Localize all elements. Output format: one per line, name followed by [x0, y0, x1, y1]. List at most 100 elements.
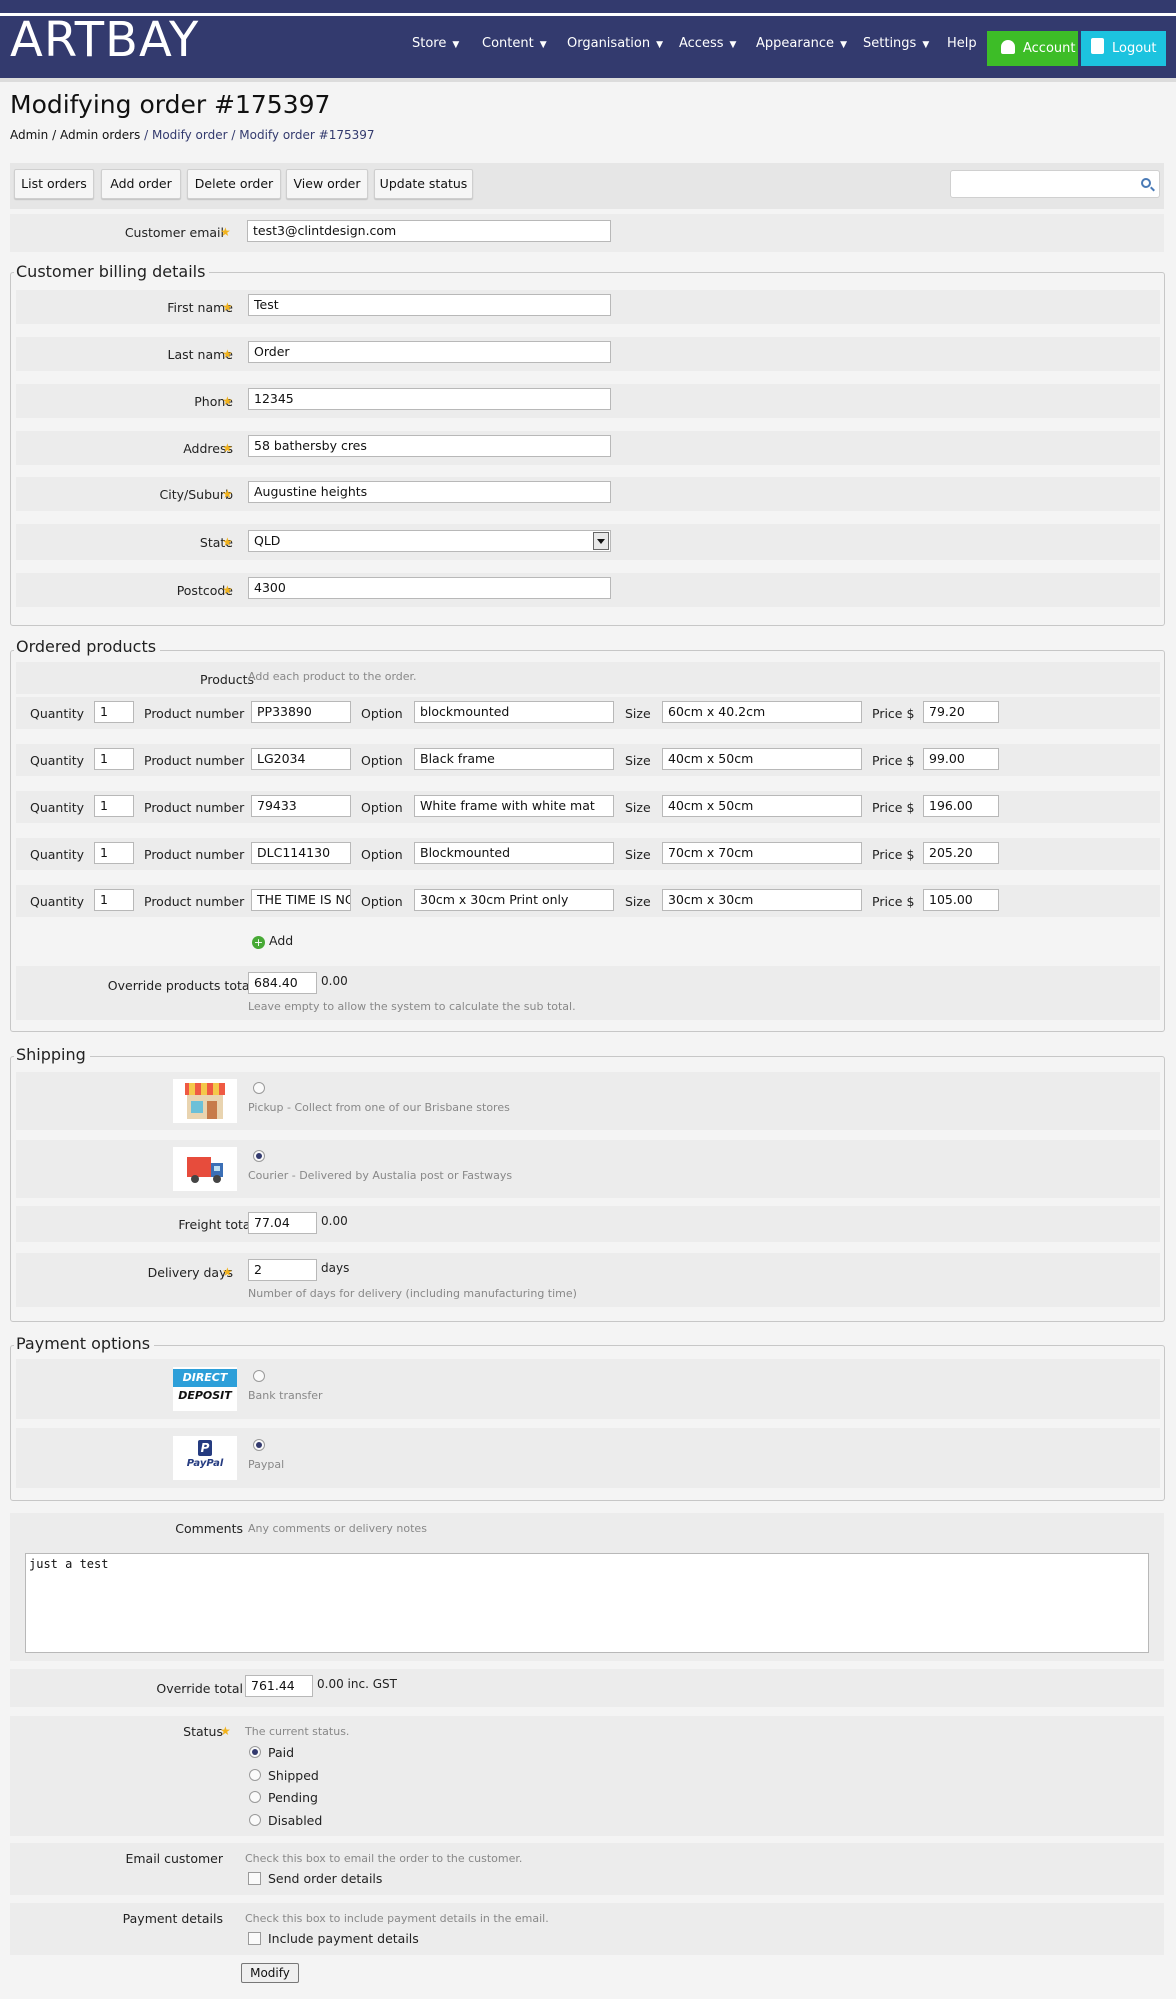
first-name-field[interactable]: Test — [248, 294, 611, 316]
postcode-row: Postcode ★ 4300 — [16, 573, 1160, 607]
quantity-field[interactable]: 1 — [94, 842, 134, 864]
pickup-radio[interactable] — [253, 1082, 265, 1094]
breadcrumb-modify-order[interactable]: Modify order — [152, 128, 228, 142]
product-number-label: Product number — [144, 847, 245, 862]
nav-access[interactable]: Access ▼ — [679, 36, 736, 51]
chevron-down-icon: ▼ — [452, 40, 460, 50]
status-shipped-radio[interactable] — [249, 1769, 261, 1781]
option-field[interactable]: Black frame — [414, 748, 614, 770]
size-field[interactable]: 40cm x 50cm — [662, 795, 862, 817]
email-customer-label: Email customer — [125, 1851, 223, 1866]
breadcrumb-admin[interactable]: Admin — [10, 128, 48, 142]
search-input[interactable] — [950, 170, 1160, 198]
update-status-button[interactable]: Update status — [374, 169, 473, 199]
paypal-radio[interactable] — [253, 1439, 265, 1451]
search-icon[interactable] — [1141, 178, 1151, 188]
quantity-field[interactable]: 1 — [94, 701, 134, 723]
chevron-down-icon[interactable] — [593, 532, 609, 550]
quantity-field[interactable]: 1 — [94, 889, 134, 911]
logout-button[interactable]: Logout — [1081, 31, 1166, 66]
nav-content[interactable]: Content ▼ — [482, 36, 547, 51]
chevron-down-icon: ▼ — [656, 40, 663, 50]
size-field[interactable]: 70cm x 70cm — [662, 842, 862, 864]
status-paid-radio[interactable] — [249, 1746, 261, 1758]
product-number-field[interactable]: LG2034 — [251, 748, 351, 770]
list-orders-button[interactable]: List orders — [14, 169, 94, 199]
breadcrumb-admin-orders[interactable]: Admin orders — [60, 128, 140, 142]
view-order-button[interactable]: View order — [286, 169, 368, 199]
price-field[interactable]: 99.00 — [923, 748, 999, 770]
required-star-icon: ★ — [222, 441, 233, 455]
comments-textarea[interactable]: just a test — [25, 1553, 1149, 1653]
quantity-field[interactable]: 1 — [94, 748, 134, 770]
payment-details-row: Payment details Check this box to includ… — [10, 1903, 1164, 1955]
customer-email-field[interactable]: test3@clintdesign.com — [247, 220, 611, 242]
state-select[interactable]: QLD — [248, 530, 611, 552]
product-number-field[interactable]: DLC114130 — [251, 842, 351, 864]
product-number-field[interactable]: THE TIME IS NO — [251, 889, 351, 911]
nav-store-label: Store — [412, 36, 447, 51]
nav-organisation-label: Organisation — [567, 36, 651, 51]
last-name-field[interactable]: Order — [248, 341, 611, 363]
option-field[interactable]: Blockmounted — [414, 842, 614, 864]
address-field[interactable]: 58 bathersby cres — [248, 435, 611, 457]
freight-field[interactable]: 77.04 — [248, 1212, 317, 1234]
price-field[interactable]: 205.20 — [923, 842, 999, 864]
status-pending-radio[interactable] — [249, 1791, 261, 1803]
nav-settings-label: Settings — [863, 36, 917, 51]
postcode-field[interactable]: 4300 — [248, 577, 611, 599]
required-star-icon: ★ — [222, 300, 233, 314]
status-disabled-radio[interactable] — [249, 1814, 261, 1826]
size-field[interactable]: 40cm x 50cm — [662, 748, 862, 770]
quantity-field[interactable]: 1 — [94, 795, 134, 817]
override-products-field[interactable]: 684.40 — [248, 972, 317, 994]
option-field[interactable]: blockmounted — [414, 701, 614, 723]
delete-order-button[interactable]: Delete order — [187, 169, 281, 199]
nav-appearance[interactable]: Appearance ▼ — [756, 36, 847, 51]
size-field[interactable]: 60cm x 40.2cm — [662, 701, 862, 723]
phone-row: Phone ★ 12345 — [16, 384, 1160, 418]
option-label: Option — [361, 706, 403, 721]
bank-transfer-radio[interactable] — [253, 1370, 265, 1382]
header-bottom-rule — [0, 78, 1176, 82]
payment-details-label: Payment details — [122, 1911, 223, 1926]
bank-transfer-text: Bank transfer — [248, 1389, 323, 1402]
size-field[interactable]: 30cm x 30cm — [662, 889, 862, 911]
override-total-field[interactable]: 761.44 — [245, 1675, 313, 1697]
price-field[interactable]: 79.20 — [923, 701, 999, 723]
status-row: Status ★ The current status. Paid Shippe… — [10, 1716, 1164, 1836]
include-payment-details-checkbox[interactable] — [248, 1932, 261, 1945]
product-number-field[interactable]: PP33890 — [251, 701, 351, 723]
option-field[interactable]: White frame with white mat — [414, 795, 614, 817]
product-row: Quantity 1 Product number THE TIME IS NO… — [16, 885, 1160, 917]
option-field[interactable]: 30cm x 30cm Print only — [414, 889, 614, 911]
products-hint: Add each product to the order. — [248, 670, 417, 683]
nav-settings[interactable]: Settings ▼ — [863, 36, 929, 51]
phone-field[interactable]: 12345 — [248, 388, 611, 410]
nav-store[interactable]: Store ▼ — [412, 36, 459, 51]
product-number-field[interactable]: 79433 — [251, 795, 351, 817]
modify-button[interactable]: Modify — [241, 1963, 299, 1983]
pickup-option-text: Pickup - Collect from one of our Brisban… — [248, 1101, 510, 1114]
pickup-option-row: Pickup - Collect from one of our Brisban… — [16, 1072, 1160, 1130]
city-field[interactable]: Augustine heights — [248, 481, 611, 503]
artbay-logo[interactable]: ARTBAY — [10, 14, 199, 66]
nav-help[interactable]: Help — [947, 36, 977, 51]
page-title: Modifying order #175397 — [10, 90, 331, 119]
nav-organisation[interactable]: Organisation ▼ — [567, 36, 663, 51]
courier-radio[interactable] — [253, 1150, 265, 1162]
account-button[interactable]: Account — [987, 31, 1078, 66]
breadcrumb-current[interactable]: Modify order #175397 — [239, 128, 374, 142]
nav-help-label: Help — [947, 36, 977, 51]
paypal-logo-text: PayPal — [186, 1458, 224, 1469]
product-number-label: Product number — [144, 800, 245, 815]
size-label: Size — [625, 847, 651, 862]
delivery-days-field[interactable]: 2 — [248, 1259, 317, 1281]
top-header: ARTBAY Store ▼ Content ▼ Organisation ▼ Acc… — [0, 0, 1176, 82]
comments-label: Comments — [175, 1521, 243, 1536]
price-field[interactable]: 196.00 — [923, 795, 999, 817]
add-order-button[interactable]: Add order — [101, 169, 181, 199]
price-field[interactable]: 105.00 — [923, 889, 999, 911]
add-product-button[interactable]: + Add — [252, 933, 293, 949]
send-order-details-checkbox[interactable] — [248, 1872, 261, 1885]
